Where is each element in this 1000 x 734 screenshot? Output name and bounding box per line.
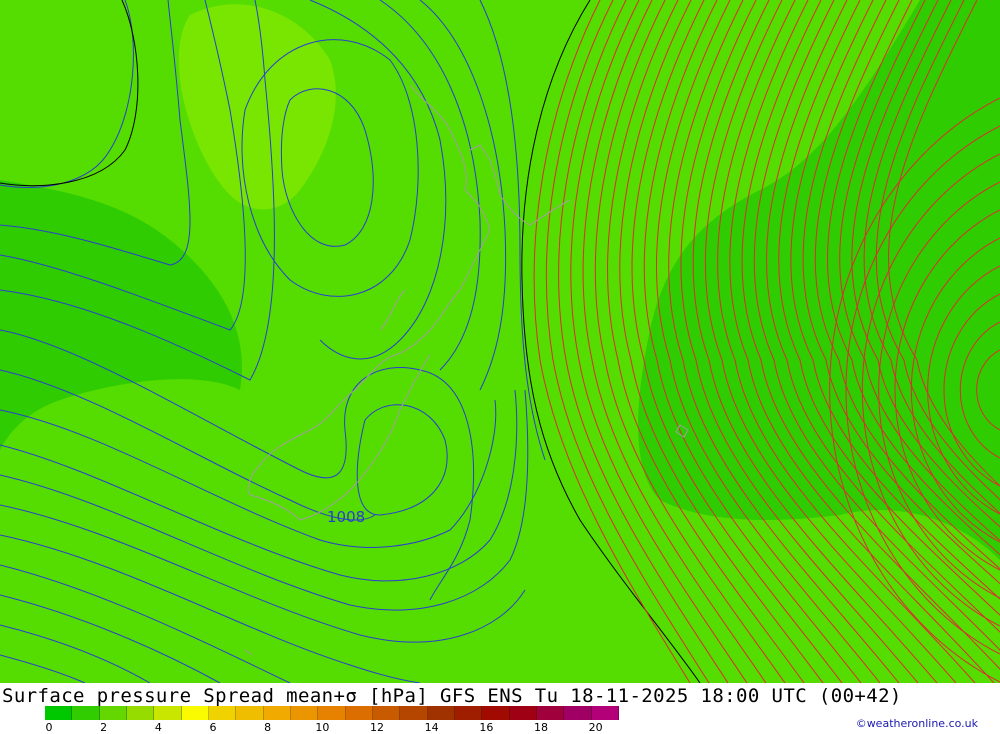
legend-tick-label: 20 [588, 721, 603, 734]
legend-swatch [154, 706, 182, 720]
legend-swatch [72, 706, 100, 720]
legend-swatch [509, 706, 537, 720]
legend-swatch [536, 706, 565, 720]
legend-swatch [591, 706, 619, 720]
contour-label-1008: 1008 [327, 508, 365, 526]
legend-tick-label: 0 [45, 721, 53, 734]
legend-swatch [181, 706, 209, 720]
legend-swatch [454, 706, 483, 720]
legend-tick-label: 2 [100, 721, 108, 734]
legend-tick-label: 14 [424, 721, 439, 734]
legend-tick-label: 6 [209, 721, 217, 734]
legend-tick-label: 8 [264, 721, 272, 734]
legend-swatch [318, 706, 346, 720]
legend-swatch [290, 706, 319, 720]
legend-swatch [372, 706, 401, 720]
legend-swatch [482, 706, 510, 720]
legend-tick-label: 4 [154, 721, 162, 734]
legend-tick-label: 16 [479, 721, 494, 734]
weather-map: 1008 [0, 0, 1000, 683]
legend-swatch [99, 706, 127, 720]
legend-tick-label: 10 [315, 721, 330, 734]
legend-swatch [45, 706, 73, 720]
map-footer: Surface pressure Spread mean+σ [hPa] GFS… [0, 683, 1000, 734]
map-title: Surface pressure Spread mean+σ [hPa] GFS… [2, 685, 902, 707]
legend-swatch [345, 706, 373, 720]
credit-link[interactable]: ©weatheronline.co.uk [856, 717, 978, 730]
legend-tick-label: 12 [370, 721, 384, 734]
legend-swatch [208, 706, 237, 720]
legend-swatch [427, 706, 455, 720]
legend-swatch [564, 706, 592, 720]
legend-swatch [126, 706, 155, 720]
legend-tick-label: 18 [534, 721, 548, 734]
legend-swatch [263, 706, 291, 720]
legend-tick-labels: 0 2 4 6 8 10 12 14 16 18 20 [45, 721, 619, 734]
color-legend [45, 706, 619, 720]
legend-swatch [400, 706, 428, 720]
legend-swatch [236, 706, 264, 720]
